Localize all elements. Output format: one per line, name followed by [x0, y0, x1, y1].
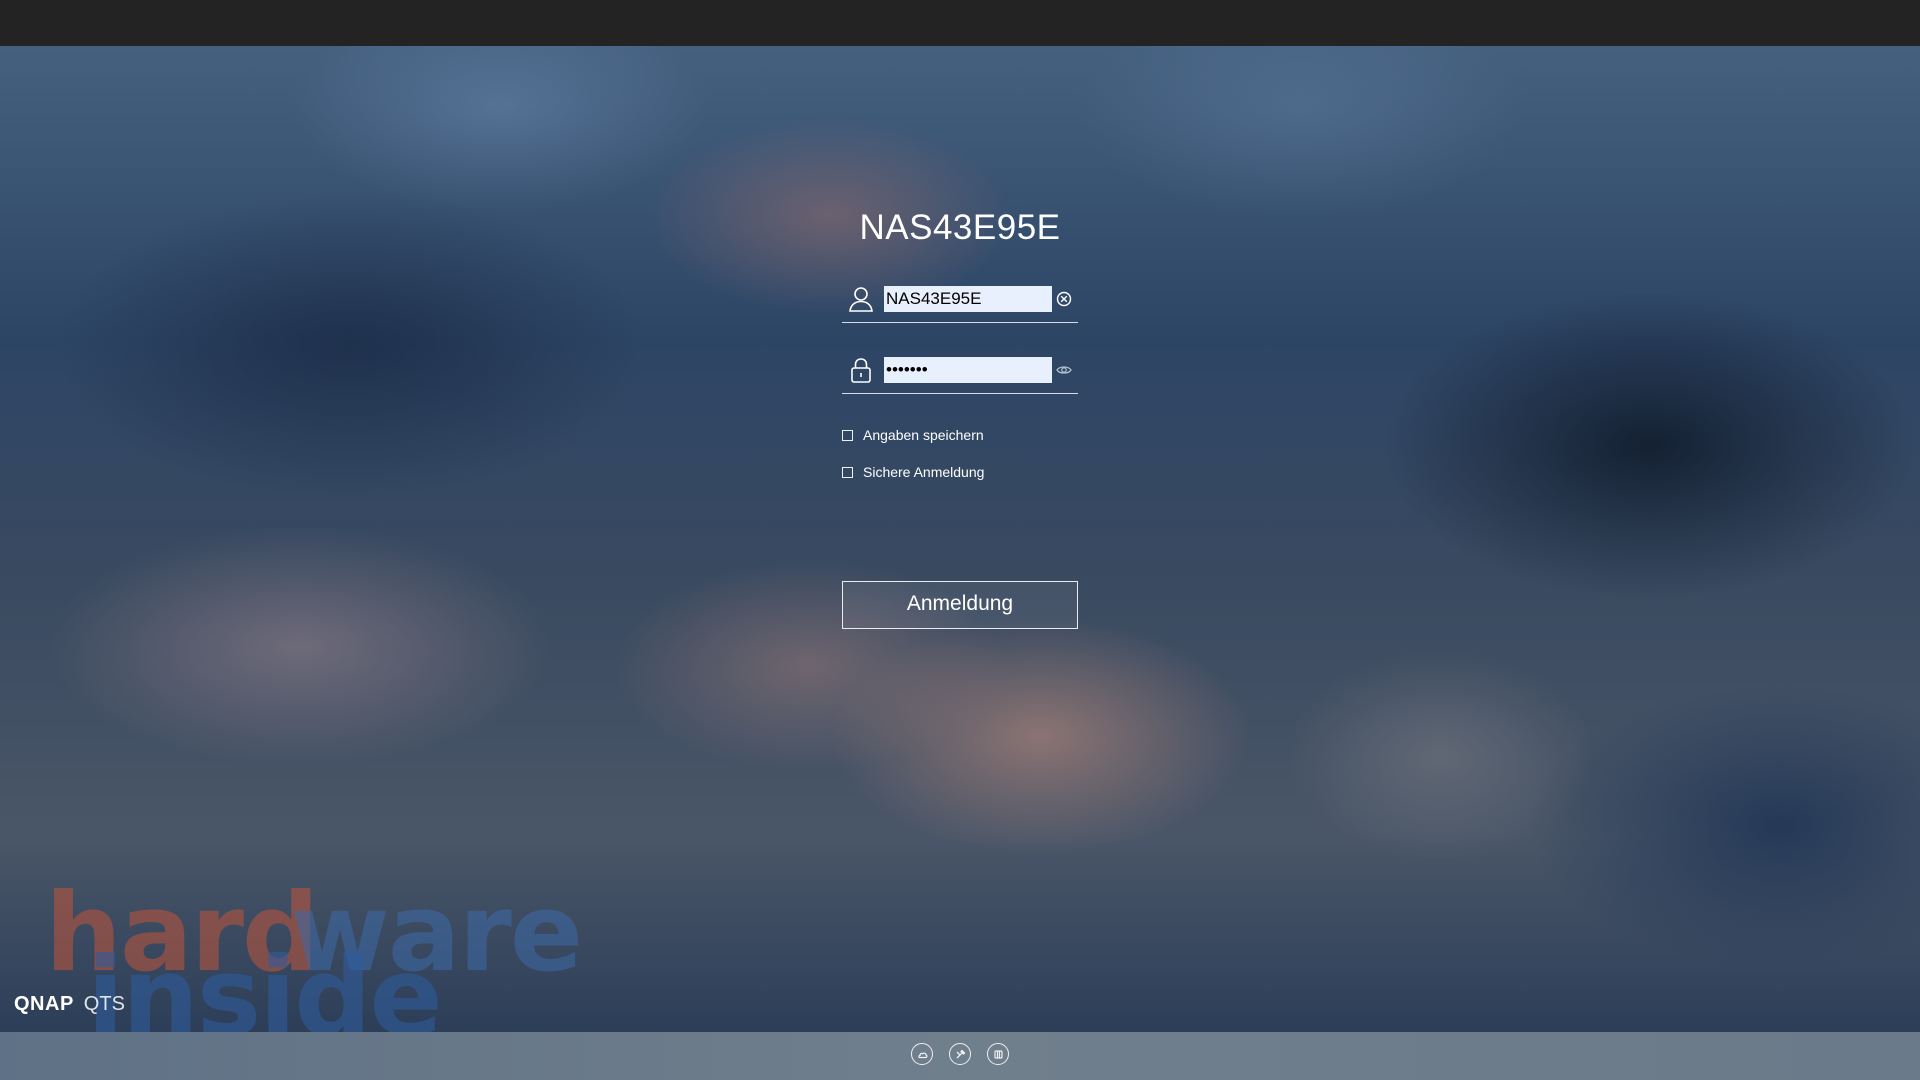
cloud-icon[interactable] — [911, 1043, 933, 1065]
clear-icon[interactable] — [1056, 291, 1072, 307]
footer-bar — [0, 1032, 1920, 1080]
brand-os: QTS — [83, 993, 125, 1015]
browser-top-bar — [0, 0, 1920, 46]
device-name-title: NAS43E95E — [859, 208, 1061, 247]
lock-icon — [846, 355, 876, 385]
password-input[interactable] — [884, 357, 1052, 383]
login-button[interactable]: Anmeldung — [842, 581, 1078, 629]
footer-icon-group — [0, 1043, 1920, 1065]
eye-icon[interactable] — [1056, 362, 1072, 378]
tools-icon[interactable] — [949, 1043, 971, 1065]
username-input[interactable] — [884, 286, 1052, 312]
username-row — [842, 280, 1078, 323]
remember-label: Angaben speichern — [863, 427, 984, 443]
remember-option[interactable]: Angaben speichern — [842, 425, 984, 445]
secure-login-checkbox[interactable] — [842, 466, 853, 478]
user-icon — [846, 284, 876, 314]
brand-logo: QNAP QTS — [14, 993, 125, 1016]
secure-login-option[interactable]: Sichere Anmeldung — [842, 462, 984, 482]
app-icon[interactable] — [987, 1043, 1009, 1065]
password-row — [842, 351, 1078, 394]
brand-vendor: QNAP — [14, 993, 74, 1015]
background-blur — [0, 46, 1920, 1032]
remember-checkbox[interactable] — [842, 429, 853, 441]
secure-login-label: Sichere Anmeldung — [863, 464, 985, 480]
